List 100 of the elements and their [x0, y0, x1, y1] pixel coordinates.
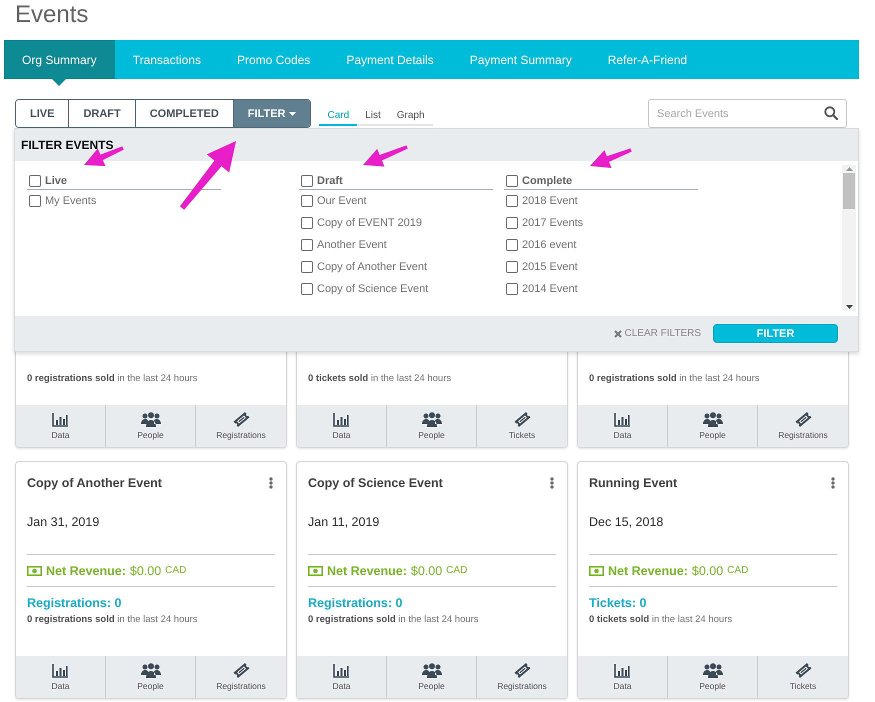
scrollbar-thumb[interactable]: [843, 173, 855, 209]
filter-option-label: 2015 Event: [522, 261, 578, 273]
revenue-amount: $0.00: [692, 563, 724, 580]
sales-count: Tickets: 0: [589, 595, 648, 612]
checkbox[interactable]: [301, 195, 313, 207]
card-action-button[interactable]: Data: [578, 405, 668, 447]
bar-chart-icon: [52, 412, 69, 427]
checkbox[interactable]: [506, 195, 518, 207]
scroll-down-icon[interactable]: [846, 305, 852, 309]
caret-icon: [289, 112, 296, 116]
card-action-button[interactable]: People: [387, 405, 477, 447]
checkbox[interactable]: [506, 175, 518, 187]
card-action-button[interactable]: Data: [16, 405, 106, 447]
ticket-icon: [794, 663, 812, 678]
filter-option-label: 2014 Event: [522, 283, 578, 295]
card-action-button[interactable]: People: [106, 405, 196, 447]
filter-panel-title: FILTER EVENTS: [21, 138, 114, 152]
card-action-button[interactable]: Registrations: [196, 405, 286, 447]
filter-group-label: Complete: [522, 175, 572, 187]
more-options-icon[interactable]: [267, 477, 275, 489]
status-filter-button[interactable]: LIVE: [16, 100, 70, 127]
bar-chart-icon: [614, 412, 631, 427]
card-action-button[interactable]: People: [387, 656, 477, 698]
sales-count: Registrations: 0: [27, 595, 122, 612]
card-action-button[interactable]: Registrations: [758, 405, 848, 447]
filter-group-label: Live: [45, 175, 68, 187]
card-action-button[interactable]: Data: [297, 405, 387, 447]
card-action-button[interactable]: Tickets: [758, 656, 848, 698]
revenue-label: Net Revenue:: [608, 563, 688, 580]
annotation-arrow: [590, 148, 632, 168]
card-action-button[interactable]: Registrations: [196, 656, 286, 698]
checkbox[interactable]: [29, 195, 41, 207]
sales-summary: 0 registrations sold in the last 24 hours: [27, 613, 199, 627]
more-options-icon[interactable]: [829, 477, 837, 489]
card-action-button[interactable]: People: [668, 656, 758, 698]
annotation-arrow: [363, 145, 408, 167]
card-action-button[interactable]: Registrations: [477, 656, 567, 698]
revenue-label: Net Revenue:: [46, 563, 126, 580]
filter-dropdown-button[interactable]: FILTER: [234, 100, 310, 127]
checkbox[interactable]: [301, 175, 313, 187]
people-icon: [702, 412, 722, 427]
bar-chart-icon: [52, 663, 69, 678]
checkbox[interactable]: [506, 283, 518, 295]
bar-chart-icon: [333, 663, 350, 678]
scrollbar[interactable]: [842, 165, 856, 311]
checkbox[interactable]: [301, 239, 313, 251]
people-icon: [422, 663, 442, 678]
card-action-button[interactable]: People: [668, 405, 758, 447]
currency-label: CAD: [727, 564, 748, 578]
event-date: Jan 31, 2019: [27, 514, 100, 531]
event-date: Dec 15, 2018: [589, 514, 664, 531]
view-tab[interactable]: Graph: [388, 110, 433, 126]
more-options-icon[interactable]: [548, 477, 556, 489]
card-action-button[interactable]: Data: [297, 656, 387, 698]
filter-option-label: Copy of Another Event: [317, 261, 428, 273]
ticket-icon: [232, 412, 250, 427]
filter-option-label: Our Event: [317, 195, 367, 207]
card-action-button[interactable]: Data: [16, 656, 106, 698]
people-icon: [140, 412, 160, 427]
event-title: Copy of Science Event: [308, 475, 443, 492]
sales-summary: 0 tickets sold in the last 24 hours: [308, 372, 452, 386]
revenue-label: Net Revenue:: [327, 563, 407, 580]
revenue-amount: $0.00: [410, 563, 442, 580]
event-title: Running Event: [589, 475, 678, 492]
filter-option-label: 2018 Event: [522, 195, 578, 207]
checkbox[interactable]: [301, 261, 313, 273]
filter-group-label: Draft: [317, 175, 343, 187]
ticket-icon: [514, 663, 530, 678]
close-icon: [614, 330, 622, 338]
card-action-button[interactable]: People: [106, 656, 196, 698]
people-icon: [140, 663, 160, 678]
sales-summary: 0 registrations sold in the last 24 hours: [589, 372, 761, 386]
checkbox[interactable]: [506, 239, 518, 251]
page-title: Events: [14, 0, 90, 30]
revenue-amount: $0.00: [130, 563, 162, 580]
checkbox[interactable]: [301, 283, 313, 295]
card-action-button[interactable]: Tickets: [477, 405, 567, 447]
ticket-icon: [794, 412, 812, 427]
search-icon[interactable]: [824, 106, 838, 120]
card-action-button[interactable]: Data: [578, 656, 668, 698]
checkbox[interactable]: [29, 175, 41, 187]
filter-option-label: My Events: [45, 195, 96, 207]
checkbox[interactable]: [506, 261, 518, 273]
bar-chart-icon: [333, 412, 350, 427]
currency-label: CAD: [165, 564, 186, 578]
event-title: Copy of Another Event: [27, 475, 162, 492]
people-icon: [422, 412, 442, 427]
checkbox[interactable]: [301, 217, 313, 229]
view-tab[interactable]: List: [357, 110, 389, 126]
ticket-icon: [232, 663, 250, 678]
filter-option-label: Another Event: [317, 239, 387, 251]
sales-count: Registrations: 0: [308, 595, 404, 612]
search-field[interactable]: Search Events: [648, 99, 847, 128]
nav-tab[interactable]: Org Summary: [4, 40, 115, 79]
money-icon: [308, 566, 323, 576]
filter-option-label: 2017 Events: [522, 217, 584, 229]
scroll-up-icon[interactable]: [846, 167, 852, 171]
money-icon: [589, 566, 604, 576]
filter-option-label: Copy of EVENT 2019: [317, 217, 422, 229]
checkbox[interactable]: [506, 217, 518, 229]
